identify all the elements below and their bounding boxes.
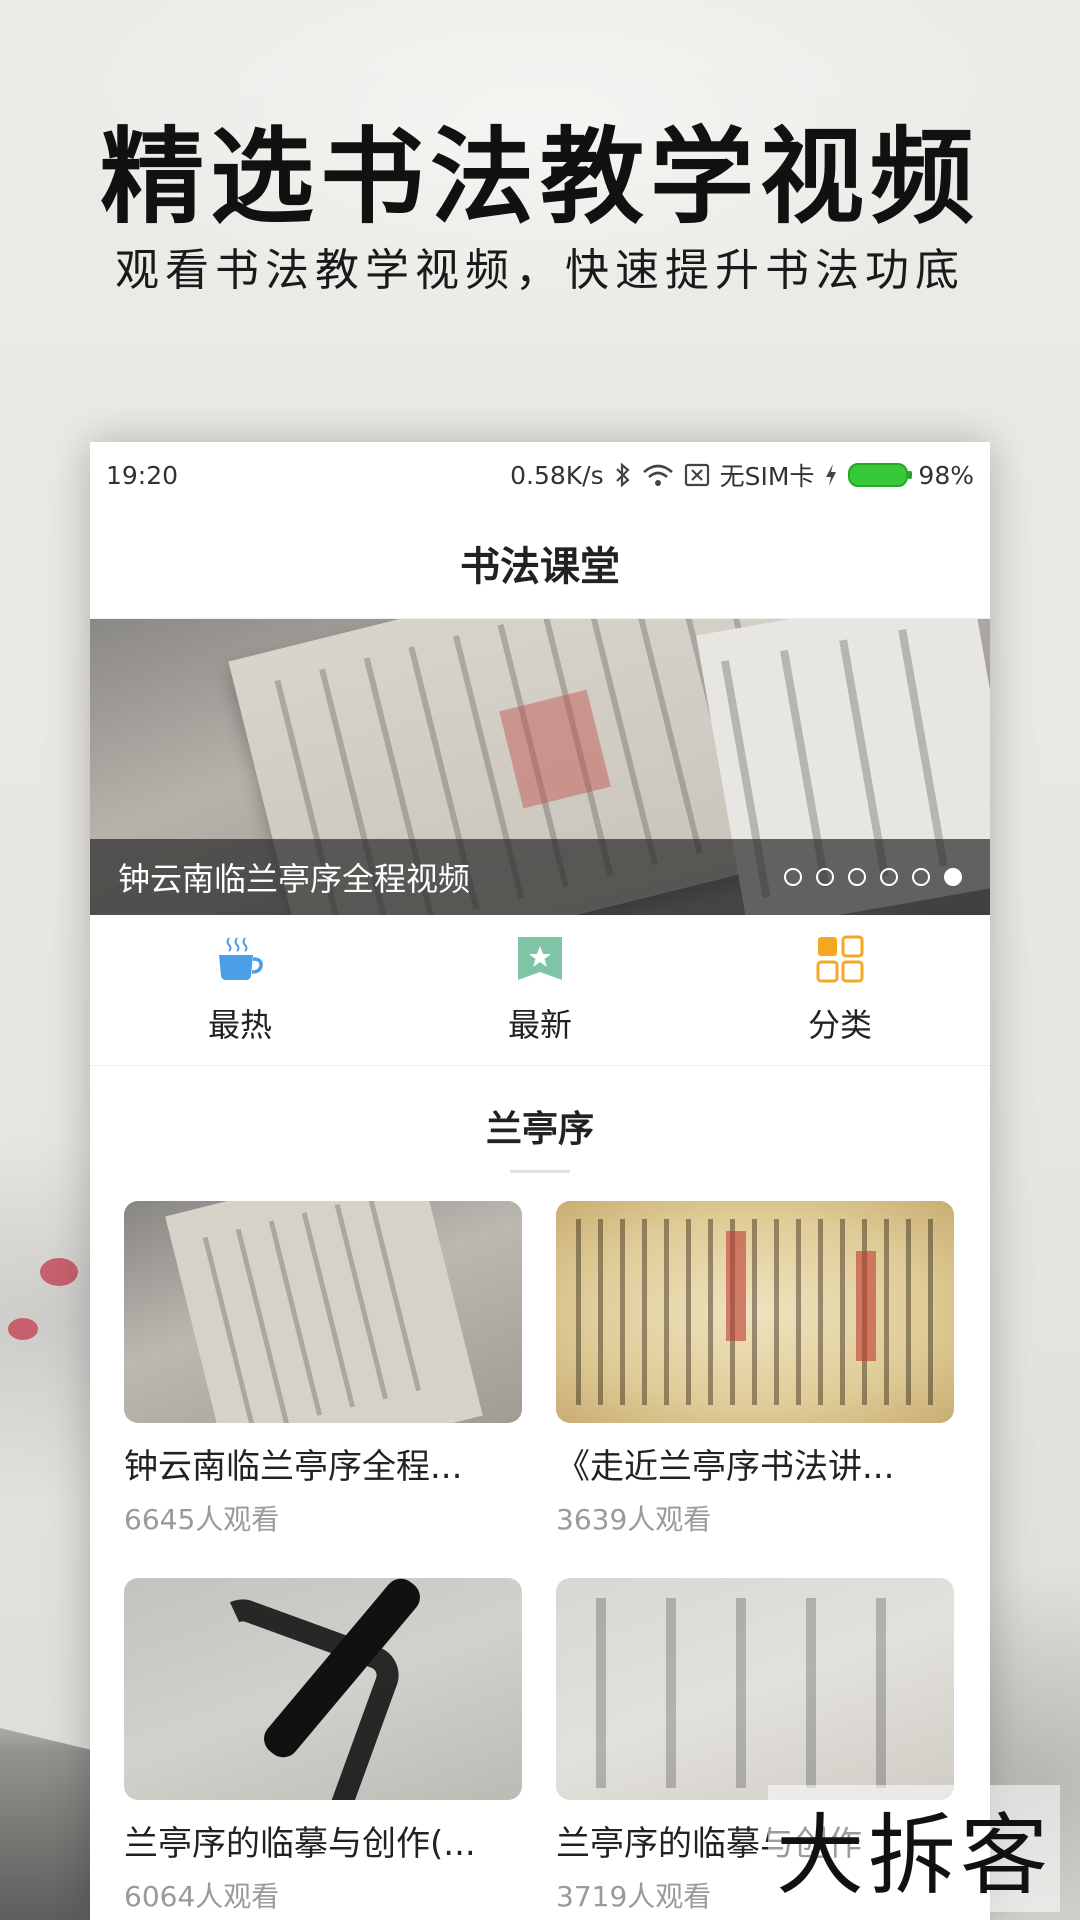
phone-screen: 19:20 0.58K/s 无SIM卡 98% 书法课堂 钟云南临兰亭序全程视频… bbox=[90, 442, 990, 1920]
video-view-count: 6064人观看 bbox=[124, 1880, 280, 1913]
video-card[interactable]: 兰亭序的临摹与创作(... 6064人观看 bbox=[124, 1578, 522, 1915]
plum-blossom bbox=[40, 1258, 78, 1286]
category-classify[interactable]: 分类 bbox=[690, 934, 990, 1046]
no-sim-icon bbox=[684, 463, 710, 487]
category-newest[interactable]: 最新 bbox=[390, 934, 690, 1046]
video-view-count: 6645人观看 bbox=[124, 1503, 280, 1536]
carousel-dot[interactable] bbox=[848, 868, 866, 886]
banner-caption-bar: 钟云南临兰亭序全程视频 bbox=[90, 839, 990, 915]
video-title[interactable]: 兰亭序的临摹与创作(... bbox=[124, 1816, 522, 1865]
status-time: 19:20 bbox=[106, 460, 179, 490]
category-nav: 最热 最新 分类 bbox=[90, 915, 990, 1066]
carousel-dot[interactable] bbox=[784, 868, 802, 886]
video-view-count: 3639人观看 bbox=[556, 1503, 712, 1536]
category-label: 最新 bbox=[507, 1006, 572, 1044]
battery-icon bbox=[848, 463, 913, 487]
sim-status: 无SIM卡 bbox=[719, 462, 815, 491]
carousel-dot[interactable] bbox=[816, 868, 834, 886]
section-title: 兰亭序 bbox=[485, 1109, 594, 1150]
video-card[interactable]: 钟云南临兰亭序全程... 6645人观看 bbox=[124, 1201, 522, 1538]
charging-icon bbox=[824, 463, 838, 487]
app-title: 书法课堂 bbox=[460, 544, 620, 590]
status-bar: 19:20 0.58K/s 无SIM卡 98% bbox=[90, 442, 990, 508]
coffee-cup-icon bbox=[215, 934, 265, 984]
category-hottest[interactable]: 最热 bbox=[90, 934, 390, 1046]
plum-blossom bbox=[8, 1318, 38, 1340]
carousel-dot[interactable] bbox=[880, 868, 898, 886]
carousel-dot[interactable] bbox=[912, 868, 930, 886]
promo-subhead: 观看书法教学视频，快速提升书法功底 bbox=[115, 245, 965, 296]
category-label: 最热 bbox=[207, 1006, 272, 1044]
video-card[interactable]: 《走近兰亭序书法讲... 3639人观看 bbox=[556, 1201, 954, 1538]
carousel-indicator bbox=[784, 868, 962, 886]
video-title[interactable]: 《走近兰亭序书法讲... bbox=[556, 1439, 954, 1488]
video-title[interactable]: 钟云南临兰亭序全程... bbox=[124, 1439, 522, 1488]
video-thumbnail[interactable] bbox=[556, 1201, 954, 1423]
video-thumbnail[interactable] bbox=[124, 1578, 522, 1800]
video-thumbnail[interactable] bbox=[556, 1578, 954, 1800]
wifi-icon bbox=[642, 463, 674, 487]
banner-carousel[interactable]: 钟云南临兰亭序全程视频 bbox=[90, 619, 990, 915]
network-speed: 0.58K/s bbox=[510, 460, 604, 490]
status-indicators: 0.58K/s 无SIM卡 98% bbox=[510, 457, 974, 493]
bluetooth-icon bbox=[614, 462, 632, 488]
battery-percent: 98% bbox=[918, 460, 974, 490]
grid-icon bbox=[815, 934, 865, 984]
video-thumbnail[interactable] bbox=[124, 1201, 522, 1423]
app-title-bar: 书法课堂 bbox=[90, 508, 990, 619]
watermark-logo: 大拆客 bbox=[767, 1785, 1060, 1912]
promo-headline: 精选书法教学视频 bbox=[99, 115, 980, 238]
star-badge-icon bbox=[515, 934, 565, 984]
carousel-dot-active[interactable] bbox=[944, 868, 962, 886]
banner-title: 钟云南临兰亭序全程视频 bbox=[118, 860, 471, 898]
background-building bbox=[0, 1728, 100, 1920]
category-label: 分类 bbox=[807, 1006, 872, 1044]
